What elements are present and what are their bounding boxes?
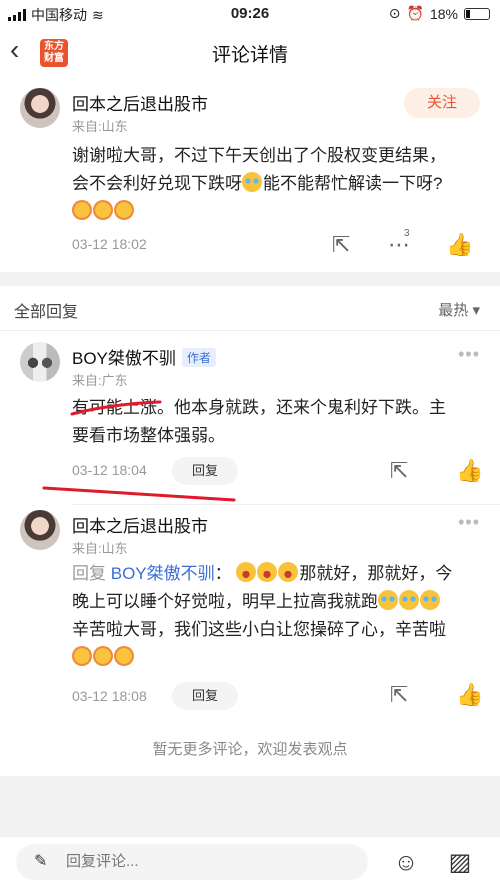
crying-emoji-icon xyxy=(420,590,440,610)
post-text-line2: 会不会利好兑现下跌呀 能不能帮忙解读一下呀? xyxy=(72,172,443,193)
sort-dropdown[interactable]: 最热 ▾ xyxy=(438,299,480,320)
blush-emoji-icon xyxy=(93,200,113,220)
bottom-bar: ✎ ☺ ▨ xyxy=(0,836,500,890)
comment-count: 3 xyxy=(404,228,410,239)
like-icon[interactable]: 👍 xyxy=(456,458,483,484)
share-icon[interactable]: ⇱ xyxy=(386,458,412,484)
avatar[interactable] xyxy=(20,88,60,128)
replies-title: 全部回复 xyxy=(14,304,79,321)
like-icon[interactable]: 👍 xyxy=(446,232,473,258)
crying-emoji-icon xyxy=(378,590,398,610)
status-bar: 中国移动 ≋ 09:26 ⊙ ⏰ 18% xyxy=(0,0,500,28)
no-more-comments: 暂无更多评论，欢迎发表观点 xyxy=(152,741,348,758)
reply-location: 来自:广东 xyxy=(72,373,128,388)
status-right: ⊙ ⏰ 18% xyxy=(389,5,490,22)
laughing-emoji-icon xyxy=(257,562,278,582)
alarm-icon: ⏰ xyxy=(406,5,424,21)
author-badge: 作者 xyxy=(181,348,216,367)
avatar[interactable] xyxy=(20,510,60,550)
divider xyxy=(0,330,500,331)
reply-username[interactable]: BOY桀傲不驯 作者 xyxy=(72,344,216,369)
laughing-emoji-icon xyxy=(278,562,299,582)
battery-icon xyxy=(464,7,490,20)
replies-header: 全部回复 最热 ▾ xyxy=(0,286,500,330)
battery-label: 18% xyxy=(429,5,458,22)
blush-emoji-icon xyxy=(114,646,134,666)
follow-button[interactable]: 关注 xyxy=(404,88,480,118)
emoji-picker-icon[interactable]: ☺ xyxy=(392,849,420,877)
avatar[interactable] xyxy=(20,342,60,382)
more-options-icon[interactable]: ••• xyxy=(458,344,480,365)
like-icon[interactable]: 👍 xyxy=(456,682,483,708)
crying-emoji-icon xyxy=(242,172,262,192)
blush-emoji-icon xyxy=(72,646,92,666)
reply-timestamp: 03-12 18:08 xyxy=(72,688,147,704)
reply-prefix: 回复 xyxy=(72,564,106,583)
share-icon[interactable]: ⇱ xyxy=(328,232,354,258)
crying-emoji-icon xyxy=(399,590,419,610)
replies-section: 全部回复 最热 ▾ BOY桀傲不驯 作者 ••• 来自:广东 有可能上涨。他本身就… xyxy=(0,286,500,776)
post-text: 谢谢啦大哥，不过下午天创出了个股权变更结果， 会不会利好兑现下跌呀 能不能帮忙解读… xyxy=(72,142,482,226)
share-icon[interactable]: ⇱ xyxy=(386,682,412,708)
image-picker-icon[interactable]: ▨ xyxy=(446,849,474,877)
reply-text: 回复 BOY桀傲不驯： 那就好，那就好，今 晚上可以睡个好觉啦，明早上拉高我就跑… xyxy=(72,560,482,672)
post-text-line1: 谢谢啦大哥，不过下午天创出了个股权变更结果， xyxy=(72,146,446,165)
pen-icon: ✎ xyxy=(34,853,48,870)
blush-emoji-icon xyxy=(72,200,92,220)
more-options-icon[interactable]: ••• xyxy=(458,512,480,533)
blush-emoji-icon xyxy=(114,200,134,220)
post-timestamp: 03-12 18:02 xyxy=(72,236,147,252)
reply-location: 来自:山东 xyxy=(72,541,128,556)
blush-emoji-icon xyxy=(93,646,113,666)
reply-button[interactable]: 回复 xyxy=(172,682,238,710)
reply-button[interactable]: 回复 xyxy=(172,457,238,485)
nav-bar: ‹ 东方财富 评论详情 xyxy=(0,28,500,76)
divider xyxy=(72,504,500,505)
post-username[interactable]: 回本之后退出股市 xyxy=(72,90,208,115)
post-location: 来自:山东 xyxy=(72,119,128,134)
laughing-emoji-icon xyxy=(236,562,257,582)
reply-text: 有可能上涨。他本身就跌，还来个鬼利好下跌。主 要看市场整体强弱。 xyxy=(72,398,446,445)
reply-username[interactable]: 回本之后退出股市 xyxy=(72,512,208,537)
lock-rotation-icon: ⊙ xyxy=(388,5,401,21)
main-post: 回本之后退出股市 来自:山东 关注 谢谢啦大哥，不过下午天创出了个股权变更结果，… xyxy=(0,76,500,272)
reply-timestamp: 03-12 18:04 xyxy=(72,462,147,478)
post-emojis xyxy=(72,198,482,226)
reply-input[interactable] xyxy=(16,844,368,880)
page-title: 评论详情 xyxy=(211,45,288,66)
reply-target-link[interactable]: BOY桀傲不驯 xyxy=(111,564,215,583)
